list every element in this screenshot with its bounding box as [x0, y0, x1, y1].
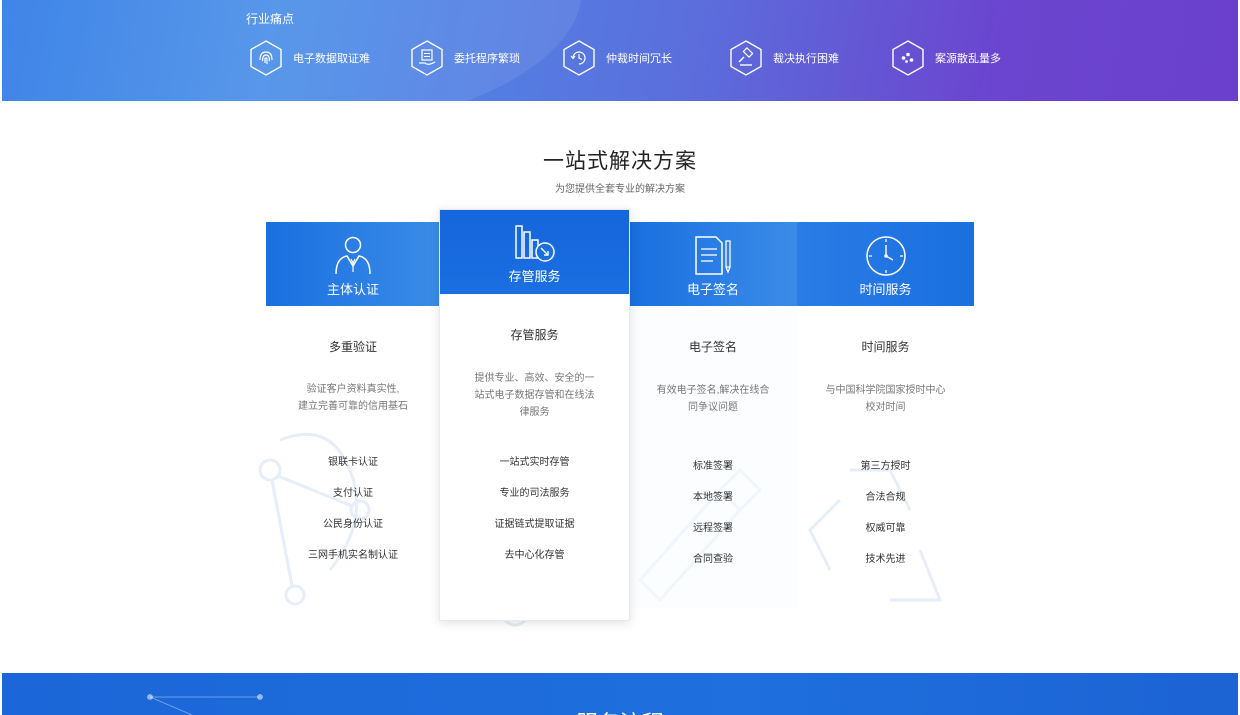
- card-header-label: 时间服务: [859, 282, 912, 297]
- card-header: 电子签名: [629, 222, 797, 306]
- card-description: 验证客户资料真实性, 建立完善可靠的信用基石: [298, 384, 408, 412]
- feature-item: 第三方授时: [860, 461, 911, 472]
- pain-label: 裁决执行困难: [773, 53, 839, 65]
- feature-item: 支付认证: [333, 488, 373, 499]
- gavel-icon: [730, 40, 762, 76]
- card-name: 存管服务: [510, 328, 559, 342]
- card-esign[interactable]: 电子签名 电子签名 有效电子签名,解决在线合 同争议问题 标准签署 本地签署 远…: [629, 222, 797, 608]
- banner-title: 行业痛点: [246, 12, 295, 26]
- feature-item: 远程签署: [693, 523, 733, 534]
- card-description: 与中国科学院国家授时中心 校对时间: [825, 385, 946, 413]
- card-header: 存管服务: [440, 210, 629, 294]
- feature-item: 本地签署: [693, 492, 733, 503]
- person-icon: [335, 236, 371, 275]
- pain-item-data-evidence: 电子数据取证难: [249, 40, 370, 76]
- archive-chart-icon: [514, 225, 555, 262]
- pain-item-execution: 裁决执行困难: [729, 40, 839, 76]
- card-description: 有效电子签名,解决在线合 同争议问题: [656, 385, 770, 413]
- card-header-label: 电子签名: [686, 282, 739, 297]
- card-header: 主体认证: [266, 222, 440, 306]
- card-description: 提供专业、高效、安全的一 站式电子数据存管和在线法 律服务: [474, 373, 595, 418]
- pain-label: 电子数据取证难: [293, 53, 370, 65]
- card-name: 时间服务: [861, 340, 910, 354]
- card-header: 时间服务: [797, 222, 974, 306]
- section-title: 一站式解决方案: [543, 150, 697, 173]
- card-time[interactable]: 时间服务 时间服务 与中国科学院国家授时中心 校对时间 第三方授时 合法合规 权…: [797, 222, 974, 602]
- card-header-label: 存管服务: [508, 269, 561, 284]
- feature-item: 银联卡认证: [328, 457, 378, 468]
- clock-icon: [865, 236, 906, 276]
- document-pen-icon: [695, 236, 731, 275]
- clock-refresh-icon: [563, 40, 595, 76]
- pain-item-procedure: 委托程序繁琐: [410, 40, 520, 76]
- feature-item: 公民身份认证: [323, 519, 383, 530]
- card-identity[interactable]: 主体认证 多重验证 验证客户资料真实性, 建立完善可靠的信用基石 银联卡认证 支…: [266, 222, 440, 602]
- pain-item-time: 仲裁时间冗长: [562, 40, 672, 76]
- pain-item-cases: 案源散乱量多: [891, 40, 1001, 76]
- feature-item: 技术先进: [865, 554, 906, 565]
- section-subtitle: 为您提供全套专业的解决方案: [555, 184, 685, 195]
- scatter-dots-icon: [892, 40, 924, 76]
- service-process-title: 服务流程: [2, 706, 1238, 715]
- card-header-label: 主体认证: [326, 282, 379, 297]
- feature-item: 合同查验: [693, 554, 733, 565]
- service-process-section: 服务流程: [2, 673, 1238, 715]
- feature-item: 专业的司法服务: [499, 488, 570, 499]
- pain-label: 案源散乱量多: [935, 53, 1001, 65]
- feature-item: 去中心化存管: [504, 550, 565, 561]
- pain-label: 委托程序繁琐: [454, 53, 520, 65]
- document-hand-icon: [411, 40, 443, 76]
- pain-label: 仲裁时间冗长: [606, 53, 672, 65]
- pain-points-banner: 行业痛点 电子数据取证难 委托程序繁琐 仲裁时间冗长 裁决执行困难 案源散乱量多: [2, 0, 1238, 101]
- feature-item: 三网手机实名制认证: [308, 550, 398, 561]
- feature-item: 一站式实时存管: [499, 457, 570, 468]
- feature-item: 证据链式提取证据: [494, 519, 575, 530]
- card-custody[interactable]: 存管服务 存管服务 提供专业、高效、安全的一 站式电子数据存管和在线法 律服务 …: [439, 209, 630, 621]
- feature-item: 权威可靠: [865, 523, 906, 534]
- card-name: 电子签名: [688, 340, 737, 354]
- feature-item: 合法合规: [865, 492, 906, 503]
- card-name: 多重验证: [328, 340, 377, 354]
- feature-item: 标准签署: [693, 461, 733, 472]
- fingerprint-icon: [250, 40, 282, 76]
